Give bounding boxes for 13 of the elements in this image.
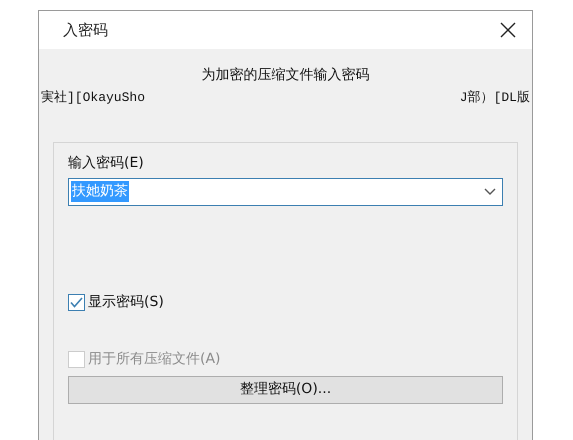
check-icon	[70, 296, 83, 308]
checkbox-label: 显示密码(S)	[88, 292, 164, 312]
password-value: 扶她奶茶	[71, 181, 129, 202]
chevron-down-icon	[484, 188, 496, 196]
checkbox-label: 用于所有压缩文件(A)	[88, 350, 221, 368]
file-name: 実社][OkayuSho	[41, 89, 146, 107]
file-name: J部）[DL版	[460, 89, 530, 107]
password-label: 输入密码(E)	[68, 154, 144, 172]
close-icon	[500, 22, 516, 38]
organize-passwords-button[interactable]: 整理密码(O)...	[68, 376, 503, 404]
dialog-heading: 为加密的压缩文件输入密码	[202, 66, 370, 85]
checkbox[interactable]	[68, 294, 85, 310]
window-title: 入密码	[63, 20, 108, 41]
